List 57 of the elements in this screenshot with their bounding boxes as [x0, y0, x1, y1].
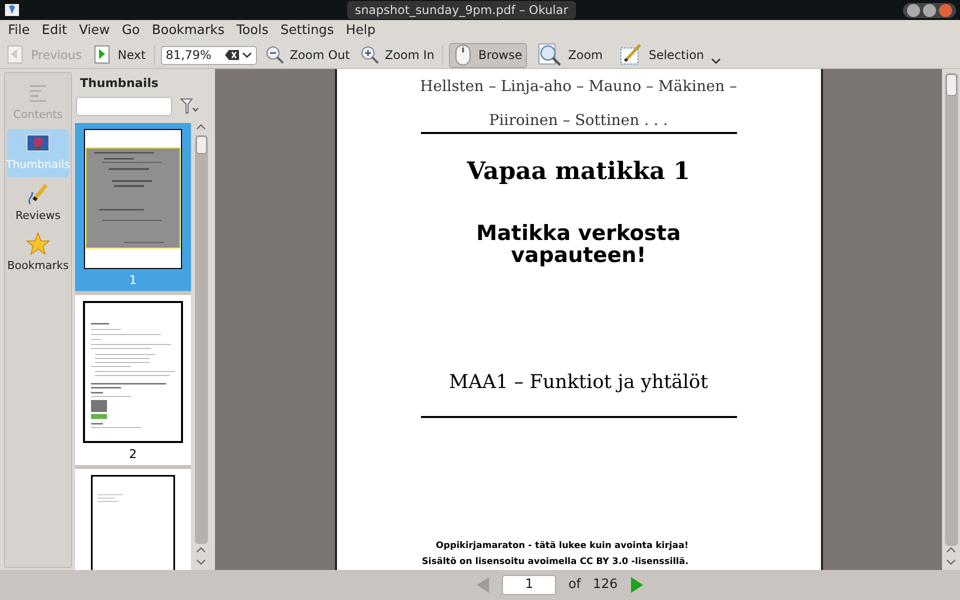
scrollbar-track[interactable] [194, 135, 208, 544]
minimize-button[interactable] [907, 4, 920, 16]
authors-line: Hellsten – Linja-aho – Mauno – Mäkinen – [420, 77, 737, 95]
menu-item[interactable]: Settings [274, 21, 340, 41]
page-field[interactable]: 1 [502, 575, 556, 595]
sidebar-tab[interactable]: Reviews [7, 179, 69, 227]
menu-item[interactable]: View [72, 21, 116, 41]
left-arrow-page-icon [5, 45, 25, 65]
zoom-in-icon [360, 45, 380, 65]
zoom-out-icon [264, 45, 285, 65]
menu-item[interactable]: File [2, 21, 36, 41]
star-icon [26, 232, 50, 256]
chevron-down-icon[interactable] [711, 57, 722, 65]
page-total: 126 [592, 576, 618, 594]
scrollbar-track[interactable] [944, 73, 958, 546]
document-subtitle: vapauteen! [510, 244, 646, 266]
mouse-icon [454, 44, 472, 66]
zoom-out-button[interactable]: Zoom Out [262, 45, 352, 65]
page-number: 2 [129, 446, 137, 463]
document-subtitle: Matikka verkosta [476, 222, 681, 244]
list-icon [27, 82, 49, 105]
right-arrow-page-icon [92, 45, 112, 65]
menu-item[interactable]: Tools [230, 21, 275, 41]
search-field[interactable] [76, 96, 172, 116]
zoom-in-button[interactable]: Zoom In [358, 45, 436, 65]
menu-item[interactable]: Help [340, 21, 382, 41]
document-title: Vapaa matikka 1 [466, 156, 690, 186]
window-title: snapshot_sunday_9pm.pdf – Okular [346, 1, 576, 19]
clear-icon [224, 50, 239, 60]
thumbnail-item[interactable]: 2 [75, 295, 191, 465]
sidebar-tab[interactable]: Bookmarks [7, 229, 69, 277]
app-icon [4, 2, 20, 18]
menu-item[interactable]: Bookmarks [146, 21, 230, 41]
magnifier-icon [538, 43, 562, 67]
thumbnail-item[interactable] [75, 469, 191, 570]
of-label: of [568, 576, 581, 594]
filter-icon[interactable] [180, 97, 200, 115]
menu-item[interactable]: Edit [36, 21, 73, 41]
authors-line: Piiroinen – Sottinen . . . [489, 111, 668, 129]
footer-line: Oppikirjamaraton - tätä lukee kuin avointa kirjaa! [436, 540, 688, 553]
menu-item[interactable]: Go [116, 21, 146, 41]
pencil-icon [26, 182, 50, 206]
tool-button[interactable]: Selection [614, 42, 710, 68]
next-button[interactable]: Next [90, 45, 148, 65]
pencil-frame-icon [618, 43, 643, 67]
chevron-down-icon [242, 50, 252, 60]
page-number: 1 [129, 272, 137, 289]
tool-button[interactable]: Zoom [533, 42, 608, 68]
scrollbar-thumb[interactable] [946, 74, 956, 96]
zoom-combo[interactable]: 81,79% [160, 46, 257, 64]
course-title: MAA1 – Funktiot ja yhtälöt [449, 370, 708, 394]
maximize-button[interactable] [923, 4, 936, 16]
footer-line: Sisältö on lisensoitu avoimella CC BY 3.0 -lisenssillä. [422, 556, 688, 569]
scrollbar-thumb[interactable] [196, 136, 206, 154]
close-button[interactable] [939, 4, 952, 16]
tool-button[interactable]: Browse [449, 42, 528, 68]
panel-title: Thumbnails [79, 75, 160, 92]
